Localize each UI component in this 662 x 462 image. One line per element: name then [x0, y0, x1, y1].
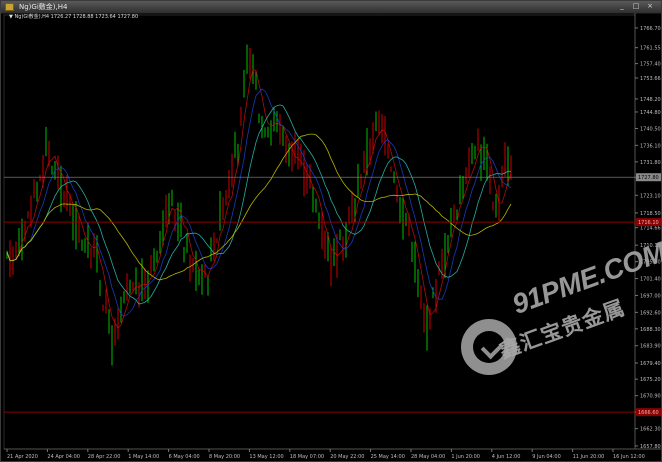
current-price-label: 1727.80: [638, 175, 659, 181]
time-axis-label: 16 Jun 12:00: [613, 454, 645, 460]
time-axis-label: 13 May 12:00: [249, 454, 283, 460]
collapse-arrow-icon[interactable]: ▼: [9, 14, 13, 20]
time-axis-label: 20 May 22:00: [330, 454, 364, 460]
time-axis-label: 9 Jun 04:00: [532, 454, 561, 460]
price-axis-label: 1736.10: [640, 143, 661, 149]
moving-average-slow: [6, 104, 512, 305]
price-axis-label: 1744.80: [640, 110, 661, 116]
time-axis-label: 28 May 04:00: [411, 454, 445, 460]
symbol-info-line: ▼ Ng)Gi敷金),H4 1726.27 1728.88 1723.64 17…: [9, 14, 138, 21]
price-axis-label: 1657.80: [640, 444, 661, 450]
moving-average-fast: [6, 68, 512, 329]
time-axis-label: 18 May 07:00: [290, 454, 324, 460]
time-axis-label: 8 May 20:00: [209, 454, 240, 460]
time-axis-label: 25 May 14:00: [371, 454, 405, 460]
price-axis-label: 1757.40: [640, 62, 661, 68]
price-axis-label: 1675.20: [640, 377, 661, 383]
price-axis-label: 1714.66: [640, 226, 661, 232]
time-axis-label: 21 Apr 2020: [7, 454, 38, 460]
watermark: 91PME.COM 鑫汇宝贵金属: [461, 236, 662, 401]
price-axis-label: 1697.00: [640, 293, 661, 299]
price-axis-label: 1679.40: [640, 361, 661, 367]
price-axis-label: 1718.50: [640, 211, 661, 217]
time-axis-label: 28 Apr 22:00: [88, 454, 121, 460]
price-level-label: 1716.10: [638, 220, 659, 226]
price-axis-label: 1692.60: [640, 310, 661, 316]
time-axis-label: 1 Jun 20:00: [451, 454, 480, 460]
chart-window: Ng)Gi敷金),H4 _ □ × 1766.70 1761.55 1757.40 1…: [0, 0, 662, 462]
price-axis-label: 1688.30: [640, 327, 661, 333]
price-axis-label: 1740.50: [640, 126, 661, 132]
price-axis-label: 1662.30: [640, 427, 661, 433]
price-axis-label: 1683.90: [640, 344, 661, 350]
time-axis-label: 1 May 14:00: [128, 454, 159, 460]
symbol-ohlc-text: Ng)Gi敷金),H4 1726.27 1728.88 1723.64 1727…: [14, 14, 139, 20]
price-axis-label: 1761.55: [640, 46, 661, 52]
moving-average-long: [6, 133, 512, 281]
price-axis-label: 1748.20: [640, 97, 661, 103]
price-axis-label: 1731.80: [640, 160, 661, 166]
time-axis-label: 6 May 04:00: [169, 454, 200, 460]
price-axis-label: 1766.70: [640, 26, 661, 32]
price-axis-label: 1723.10: [640, 193, 661, 199]
time-axis-label: 4 Jun 12:00: [492, 454, 521, 460]
price-axis-label: 1701.40: [640, 277, 661, 283]
time-axis-label: 11 Jun 20:00: [573, 454, 605, 460]
price-axis-label: 1753.66: [640, 76, 661, 82]
price-level-label: 1666.60: [638, 410, 659, 416]
price-axis-label: 1670.90: [640, 394, 661, 400]
time-axis-label: 24 Apr 04:00: [47, 454, 80, 460]
